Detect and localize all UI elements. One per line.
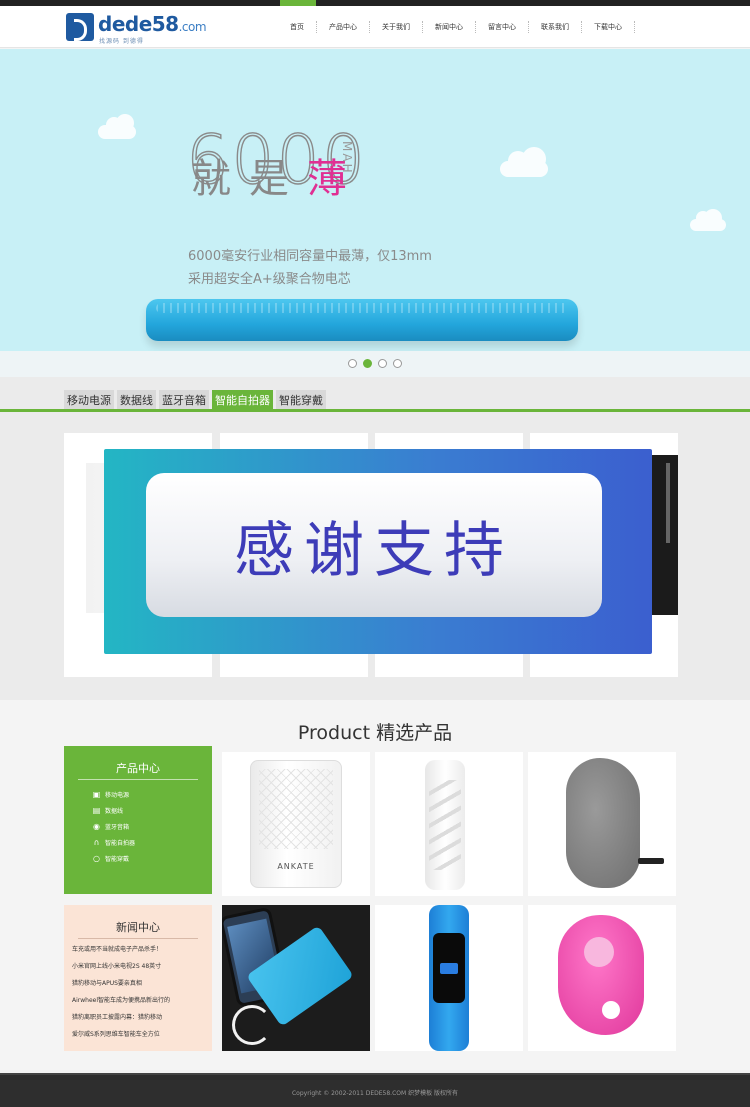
category-link[interactable]: ○ 智能穿戴 (92, 850, 135, 866)
divider (78, 938, 198, 939)
slider-controls (0, 351, 750, 377)
category-link[interactable]: ▣ 移动电源 (92, 786, 135, 802)
news-item[interactable]: 猎豹离职员工披露内幕：猎豹移动 (72, 1013, 170, 1030)
headline-char: 就 (191, 156, 231, 202)
copyright-text: Copyright © 2002-2011 DEDE58.COM 织梦模板 版权… (291, 1090, 458, 1097)
product-image: ANKATE (250, 760, 342, 888)
battery-icon: ▣ (92, 789, 101, 799)
banner-subtitle-1: 6000毫安行业相同容量中最薄，仅13mm (188, 249, 432, 264)
nav-contact[interactable]: 联系我们 (529, 21, 582, 33)
slider-dot[interactable] (363, 359, 372, 368)
site-logo[interactable]: dede58.com 找源码 到德得 (66, 11, 226, 45)
product-category-title[interactable]: 产品中心 (64, 760, 212, 776)
thanks-overlay-banner: 感谢支持 (104, 449, 652, 654)
headline-char: 是 (249, 156, 289, 202)
product-image (652, 455, 678, 615)
slider-dots (348, 359, 402, 368)
news-item[interactable]: Airwheel智能车成为便携品新出行的 (72, 996, 170, 1013)
tab-underline (0, 409, 750, 412)
logo-slogan: 找源码 到德得 (99, 38, 144, 45)
nav-about[interactable]: 关于我们 (370, 21, 423, 33)
product-image (566, 758, 664, 888)
news-box: 新闻中心 车充或用不当就成电子产品杀手！ 小米官网上线小米电视2S 48英寸 猎… (64, 905, 212, 1051)
cloud-decoration (98, 114, 136, 139)
nav-messages[interactable]: 留言中心 (476, 21, 529, 33)
logo-mark-icon (66, 13, 94, 41)
product-category-box: 产品中心 ▣ 移动电源 ▤ 数据线 ◉ 蓝牙音箱 ∩ 智能自拍器 ○ 智能穿戴 (64, 746, 212, 894)
hero-banner[interactable]: 6000 就 是 薄 MAH 6000毫安行业相同容量中最薄，仅13mm 采用超… (0, 49, 750, 351)
news-item[interactable]: 猎豹移动与APUS要亲真相 (72, 979, 170, 996)
headphone-icon: ∩ (93, 837, 100, 847)
site-footer: Copyright © 2002-2011 DEDE58.COM 织梦模板 版权… (0, 1073, 750, 1107)
product-thumb[interactable] (528, 905, 676, 1051)
product-thumb[interactable] (375, 905, 523, 1051)
tab-selfie-remote[interactable]: 智能自拍器 (212, 390, 273, 409)
tab-wearables[interactable]: 智能穿戴 (276, 390, 326, 409)
product-thumb[interactable]: ANKATE (222, 752, 370, 896)
news-item[interactable]: 车充或用不当就成电子产品杀手！ (72, 945, 170, 962)
tab-bluetooth-speaker[interactable]: 蓝牙音箱 (159, 390, 209, 409)
slider-dot[interactable] (348, 359, 357, 368)
product-thumb[interactable] (528, 752, 676, 896)
news-item[interactable]: 小米官网上线小米电视2S 48英寸 (72, 962, 170, 979)
category-link[interactable]: ◉ 蓝牙音箱 (92, 818, 135, 834)
product-image (232, 1005, 272, 1045)
cloud-decoration (500, 147, 548, 177)
banner-unit: MAH (340, 141, 354, 175)
product-image (558, 915, 644, 1035)
section-title: Product 精选产品 (297, 722, 453, 744)
news-title[interactable]: 新闻中心 (64, 919, 212, 935)
product-image (425, 760, 465, 890)
banner-headline: 就 是 薄 (186, 146, 352, 204)
nav-news[interactable]: 新闻中心 (423, 21, 476, 33)
banner-subtitle-2: 采用超安全A+级聚合物电芯 (188, 272, 351, 287)
cloud-decoration (690, 209, 726, 231)
tab-data-cable[interactable]: 数据线 (117, 390, 156, 409)
product-thumb[interactable] (222, 905, 370, 1051)
ring-icon: ○ (93, 853, 100, 863)
nav-products[interactable]: 产品中心 (317, 21, 370, 33)
category-link[interactable]: ∩ 智能自拍器 (92, 834, 135, 850)
speaker-icon: ◉ (93, 821, 100, 831)
news-list: 车充或用不当就成电子产品杀手！ 小米官网上线小米电视2S 48英寸 猎豹移动与A… (72, 945, 170, 1047)
mail-icon (440, 963, 458, 974)
category-link[interactable]: ▤ 数据线 (92, 802, 135, 818)
nav-home[interactable]: 首页 (280, 21, 317, 33)
slider-dot[interactable] (378, 359, 387, 368)
product-category-list: ▣ 移动电源 ▤ 数据线 ◉ 蓝牙音箱 ∩ 智能自拍器 ○ 智能穿戴 (92, 786, 135, 866)
site-header: dede58.com 找源码 到德得 首页 产品中心 关于我们 新闻中心 留言中… (0, 6, 750, 48)
product-brand-label: ANKATE (277, 862, 315, 871)
cable-icon: ▤ (92, 805, 101, 815)
logo-text: dede58.com (98, 12, 207, 36)
news-item[interactable]: 爱尔威S系列思维车智能车全方位 (72, 1030, 170, 1047)
nav-download[interactable]: 下载中心 (582, 21, 635, 33)
slider-dot[interactable] (393, 359, 402, 368)
banner-product-image (146, 299, 578, 341)
product-image (429, 905, 469, 1051)
product-thumb[interactable] (375, 752, 523, 896)
tab-power-bank[interactable]: 移动电源 (64, 390, 114, 409)
thanks-text: 感谢支持 (146, 473, 602, 617)
category-tabs: 移动电源 数据线 蓝牙音箱 智能自拍器 智能穿戴 (64, 390, 326, 409)
main-nav: 首页 产品中心 关于我们 新闻中心 留言中心 联系我们 下载中心 (280, 6, 635, 48)
divider (78, 779, 198, 780)
